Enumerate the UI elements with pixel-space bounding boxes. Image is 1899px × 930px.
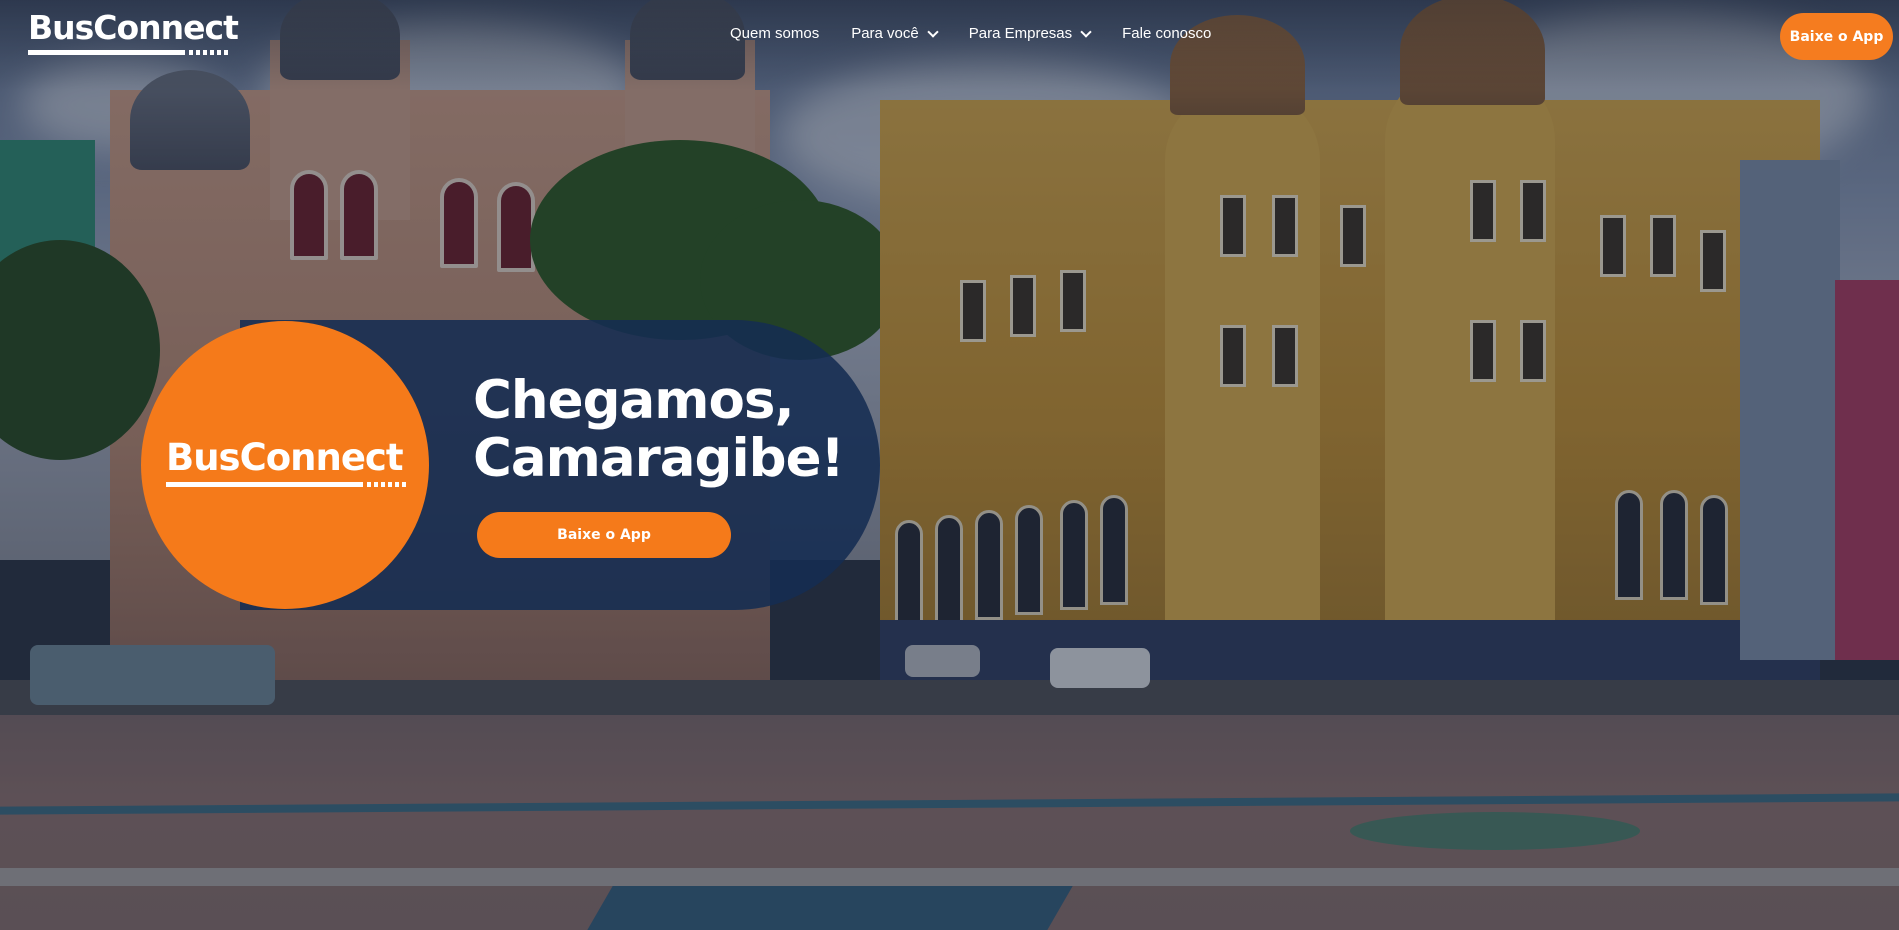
nav-item-label: Fale conosco <box>1122 25 1212 42</box>
chevron-down-icon <box>927 25 939 38</box>
nav-item-para-voce[interactable]: Para você <box>851 25 939 42</box>
hero-title: Chegamos, Camaragibe! <box>473 372 873 488</box>
logo-underline <box>166 482 406 487</box>
header-logo-text: BusConnect <box>28 8 239 47</box>
download-app-button-header[interactable]: Baixe o App <box>1780 13 1893 60</box>
hero-title-line: Camaragibe! <box>473 428 845 489</box>
hero-logo: BusConnect <box>166 437 406 487</box>
nav-item-quem-somos[interactable]: Quem somos <box>730 25 819 42</box>
nav-item-fale-conosco[interactable]: Fale conosco <box>1122 25 1211 42</box>
nav-item-label: Para você <box>851 25 919 42</box>
hero-logo-text: BusConnect <box>166 436 404 479</box>
nav-item-label: Quem somos <box>730 25 820 42</box>
site-header: BusConnect Quem somos Para você Para Emp… <box>0 0 1899 74</box>
header-logo[interactable]: BusConnect <box>28 8 239 59</box>
logo-bar <box>166 482 363 487</box>
logo-dots <box>367 482 406 487</box>
logo-bar <box>28 49 185 55</box>
nav-item-para-empresas[interactable]: Para Empresas <box>968 25 1092 42</box>
main-nav: Quem somos Para você Para Empresas Fale … <box>730 25 1211 42</box>
chevron-down-icon <box>1080 25 1092 38</box>
logo-dots <box>189 49 228 55</box>
nav-item-label: Para Empresas <box>968 25 1073 42</box>
hero-title-line: Chegamos, <box>473 370 795 431</box>
logo-underline <box>28 49 228 55</box>
download-app-button-hero[interactable]: Baixe o App <box>477 512 731 558</box>
